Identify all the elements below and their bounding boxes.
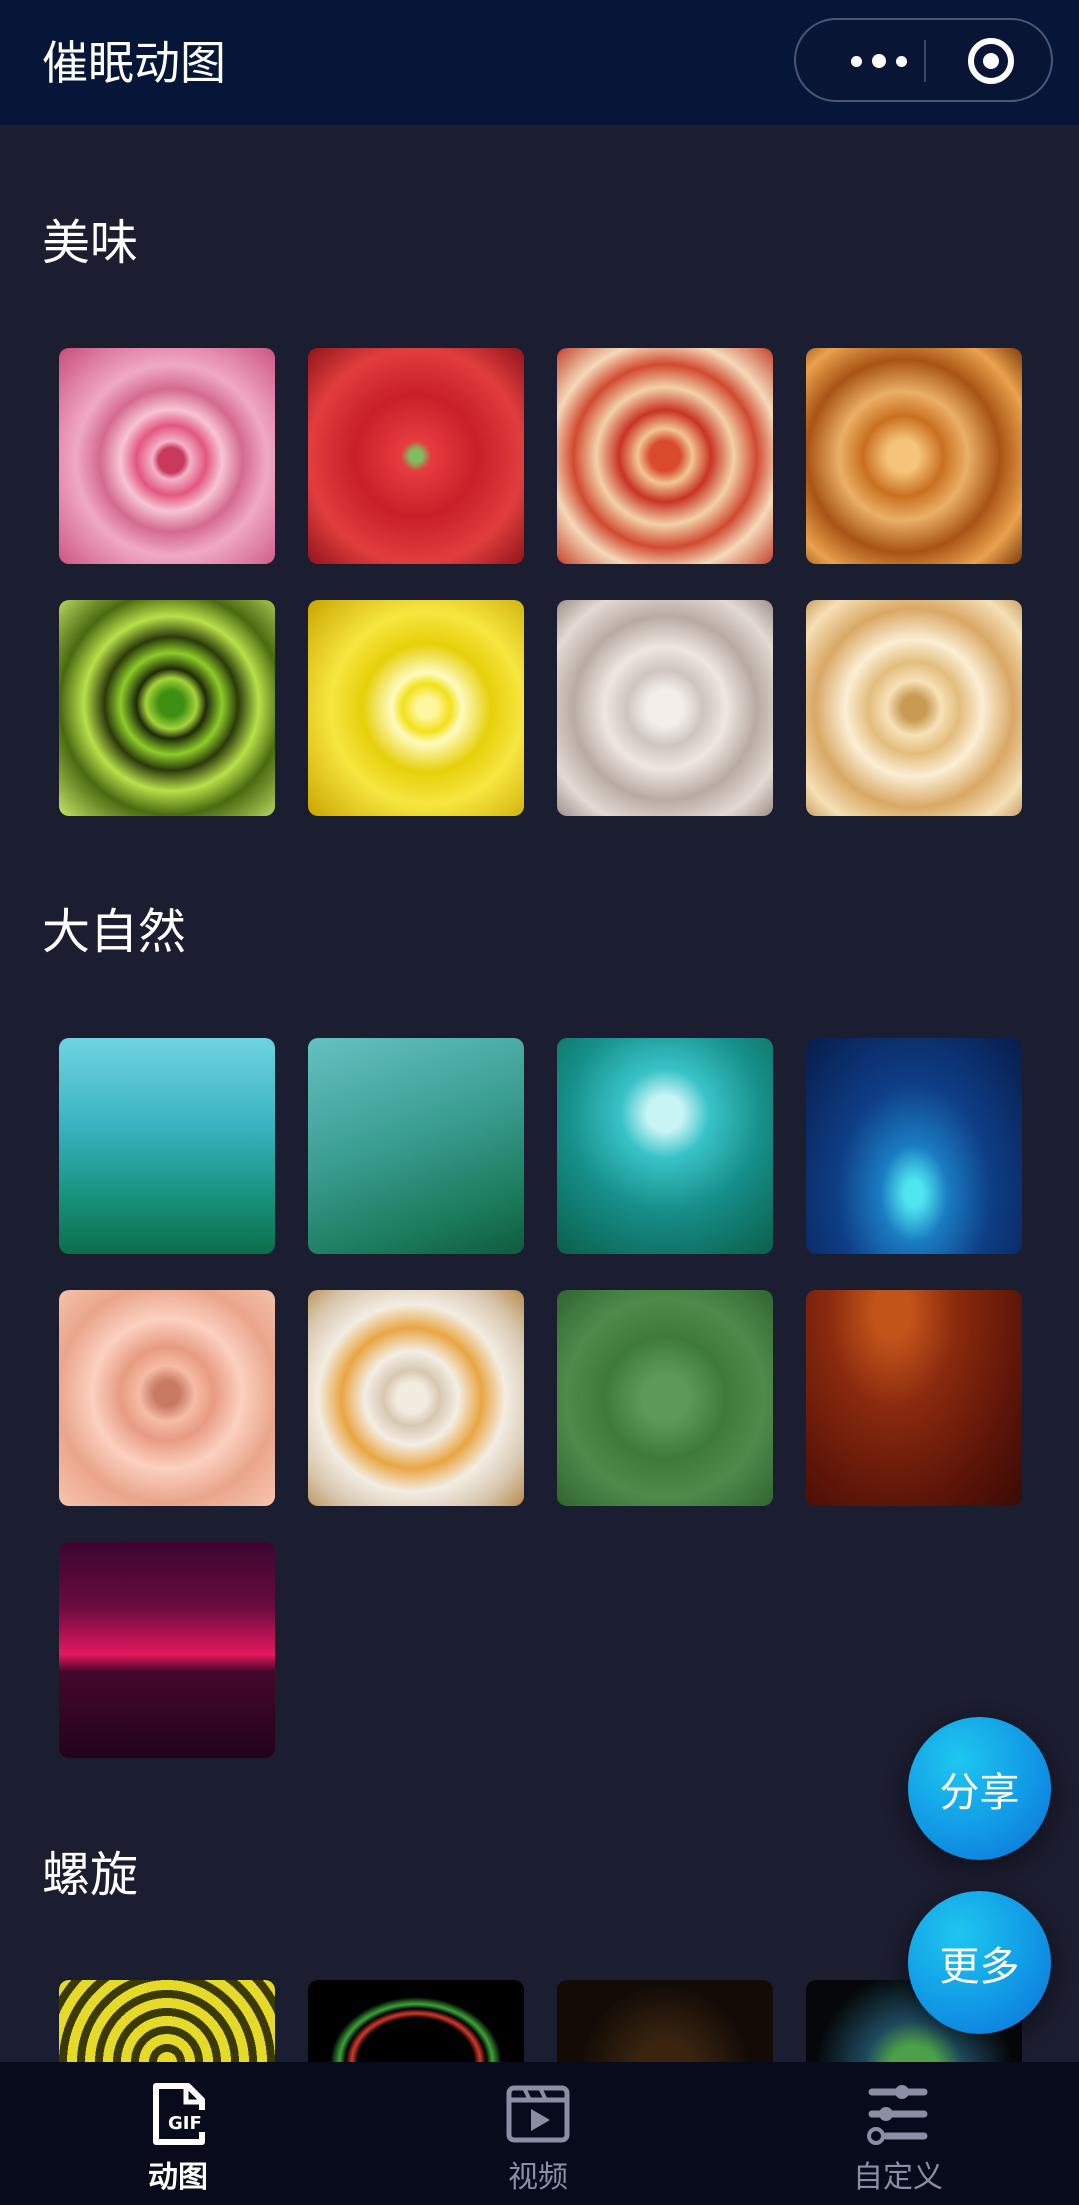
gif-thumb-peach-rose[interactable] — [59, 1290, 275, 1506]
gif-thumb-ocean-ceiling-fan[interactable] — [806, 1038, 1022, 1254]
svg-text:GIF: GIF — [168, 2113, 202, 2134]
gif-thumb-golden-lights[interactable] — [557, 1980, 773, 2062]
gif-file-icon: GIF — [153, 2083, 206, 2145]
tab-gif[interactable]: GIF 动图 — [78, 2062, 278, 2205]
share-button[interactable]: 分享 — [908, 1717, 1051, 1860]
gif-thumb-popcorn-spiral[interactable] — [806, 600, 1022, 816]
more-dots-icon[interactable] — [834, 44, 924, 78]
gif-thumb-red-pine-forest[interactable] — [806, 1290, 1022, 1506]
sliders-icon — [867, 2085, 928, 2145]
gif-thumb-rainbow-rings[interactable] — [308, 1980, 524, 2062]
record-target-icon[interactable] — [968, 38, 1014, 84]
section-title-nature: 大自然 — [42, 904, 187, 960]
gif-thumb-pretzel-spiral[interactable] — [806, 348, 1022, 564]
gif-thumb-donut-spiral[interactable] — [59, 348, 275, 564]
section-title-spiral: 螺旋 — [42, 1847, 139, 1903]
gif-thumb-cauliflower-spiral[interactable] — [557, 600, 773, 816]
gif-thumb-misty-forest[interactable] — [59, 1038, 275, 1254]
tab-custom-label: 自定义 — [853, 2160, 943, 2195]
more-button[interactable]: 更多 — [908, 1891, 1051, 2034]
gif-thumb-pizza-spiral[interactable] — [557, 348, 773, 564]
gif-thumb-lemon-spiral[interactable] — [308, 600, 524, 816]
video-clapper-icon — [506, 2085, 570, 2143]
bottom-tab-bar: GIF 动图 视频 自定义 — [0, 2062, 1079, 2205]
gif-thumb-kiwi-spiral[interactable] — [59, 600, 275, 816]
app-title: 催眠动图 — [42, 36, 226, 90]
tab-video[interactable]: 视频 — [438, 2062, 638, 2205]
tab-gif-label: 动图 — [148, 2160, 208, 2195]
gif-thumb-green-leaves[interactable] — [308, 1038, 524, 1254]
gif-thumb-yellow-spiral[interactable] — [59, 1980, 275, 2062]
gif-thumb-green-moss[interactable] — [557, 1290, 773, 1506]
section-title-delicious: 美味 — [42, 215, 139, 271]
gif-thumb-jungle-portal[interactable] — [557, 1038, 773, 1254]
top-navigation-bar: 催眠动图 — [0, 0, 1079, 125]
capsule-divider — [924, 40, 926, 82]
gif-thumb-white-daisy[interactable] — [308, 1290, 524, 1506]
mini-program-capsule — [794, 18, 1053, 102]
gif-thumb-watermelon-spiral[interactable] — [308, 348, 524, 564]
tab-custom[interactable]: 自定义 — [798, 2062, 998, 2205]
gif-thumb-crimson-horizon[interactable] — [59, 1542, 275, 1758]
tab-video-label: 视频 — [508, 2160, 568, 2195]
